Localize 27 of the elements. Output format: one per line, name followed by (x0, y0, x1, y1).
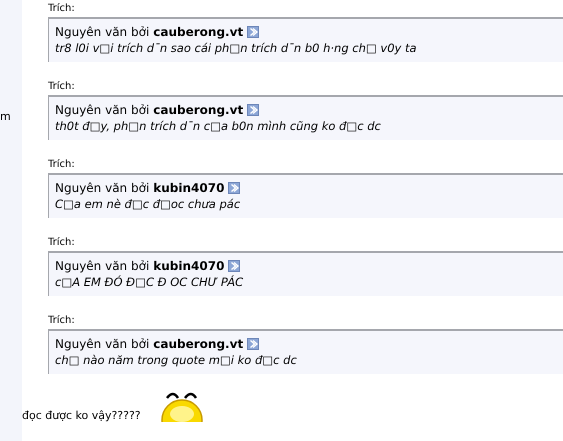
quote-text: ch□ nào năm trong quote m□i ko đ□c dc (55, 353, 298, 368)
author-link[interactable]: kubin4070 (153, 180, 224, 196)
author-link[interactable]: kubin4070 (153, 258, 224, 274)
quote-attribution: Nguyên văn bởi (55, 24, 150, 40)
quote-attribution: Nguyên văn bởi (55, 102, 150, 118)
view-post-icon[interactable] (247, 26, 260, 38)
view-post-icon[interactable] (247, 104, 260, 116)
quote-text: tr8 l0i v□i trích d¯n sao cái ph□n trích d¯n b0 h·ng ch□ v0y ta (55, 41, 418, 56)
quote-label: Trích: (48, 80, 76, 93)
author-link[interactable]: cauberong.vt (153, 24, 244, 40)
quote-label: Trích: (48, 2, 76, 15)
view-post-icon[interactable] (247, 338, 260, 350)
quote-text: th0t đ□y, ph□n trích d¯n c□a b0n mình cũng ko đ□c dc (55, 119, 382, 134)
view-post-icon[interactable] (228, 182, 240, 194)
quote-text: C□a em nè đ□c đ□oc chưa pác (55, 197, 242, 212)
quote-attribution: Nguyên văn bởi (55, 336, 150, 352)
post-text: đọc được ko vậy????? (22, 409, 141, 422)
quote-label: Trích: (48, 158, 76, 171)
view-post-icon[interactable] (228, 260, 240, 272)
quote-label: Trích: (48, 236, 76, 249)
quote-label: Trích: (48, 314, 76, 327)
quote-attribution: Nguyên văn bởi (55, 180, 150, 196)
quote-attribution: Nguyên văn bởi (55, 258, 150, 274)
sidebar-text: m (0, 110, 12, 123)
author-link[interactable]: cauberong.vt (153, 336, 244, 352)
quote-text: c□A EM ĐÓ Đ□C Đ OC CHƯ PÁC (55, 275, 244, 290)
author-link[interactable]: cauberong.vt (153, 102, 244, 118)
